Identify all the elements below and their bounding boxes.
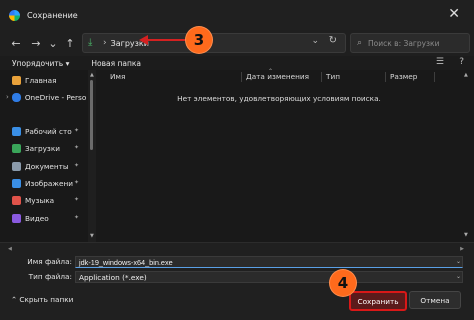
- pin-icon: ✦: [74, 162, 80, 169]
- sidebar-item-music[interactable]: Музыка: [12, 194, 54, 206]
- sidebar-item-pictures[interactable]: Изображени: [12, 177, 73, 189]
- navigation-pane: Главная › OneDrive - Perso Рабочий сто ✦…: [0, 70, 88, 242]
- pin-icon: ✦: [74, 179, 80, 186]
- annotation-arrow-head: [139, 35, 148, 45]
- up-arrow-icon[interactable]: ↑: [60, 37, 80, 50]
- music-icon: [12, 195, 21, 205]
- video-icon: [12, 213, 21, 223]
- sidebar-item-home[interactable]: Главная: [12, 74, 57, 86]
- pin-icon: ✦: [74, 127, 80, 134]
- pin-icon: ✦: [74, 196, 80, 203]
- address-history-chevron-icon[interactable]: ⌄: [311, 36, 319, 46]
- sidebar-item-label: Видео: [25, 213, 49, 223]
- column-header-date[interactable]: Дата изменения: [246, 70, 309, 83]
- column-divider[interactable]: [241, 72, 242, 82]
- sidebar-item-label: OneDrive - Perso: [24, 92, 87, 102]
- search-icon: ⌕: [357, 38, 363, 48]
- sidebar-item-onedrive[interactable]: › OneDrive - Perso: [6, 91, 86, 103]
- scroll-up-icon[interactable]: ▲: [464, 72, 468, 78]
- column-header-name[interactable]: Имя: [110, 70, 125, 83]
- home-icon: [12, 75, 21, 85]
- empty-folder-message: Нет элементов, удовлетворяющих условиям …: [177, 94, 381, 103]
- scroll-left-icon[interactable]: ◀: [8, 246, 12, 252]
- refresh-icon[interactable]: ↻: [329, 35, 337, 46]
- recent-locations-chevron-icon[interactable]: ⌄: [46, 37, 60, 50]
- column-header-type[interactable]: Тип: [326, 70, 340, 83]
- close-icon[interactable]: ✕: [448, 5, 460, 23]
- filename-label: Имя файла:: [27, 257, 72, 266]
- new-folder-button[interactable]: Новая папка: [91, 59, 141, 68]
- documents-icon: [12, 161, 21, 171]
- sidebar-item-label: Главная: [25, 75, 57, 85]
- cloud-icon: [11, 92, 21, 102]
- scroll-down-icon[interactable]: ▼: [90, 233, 94, 239]
- download-icon: [12, 143, 21, 153]
- help-icon[interactable]: ?: [459, 57, 464, 67]
- scroll-up-icon[interactable]: ▲: [90, 72, 94, 78]
- sidebar-scroll-thumb[interactable]: [90, 80, 93, 150]
- column-divider[interactable]: [385, 72, 386, 82]
- desktop-icon: [12, 126, 21, 136]
- annotation-arrow-line: [146, 39, 186, 41]
- column-header-size[interactable]: Размер: [390, 70, 417, 83]
- main-area: Главная › OneDrive - Perso Рабочий сто ✦…: [0, 68, 474, 242]
- column-divider[interactable]: [434, 72, 435, 82]
- sidebar-item-label: Загрузки: [25, 143, 60, 153]
- save-form-panel: ◀ ▶ Имя файла: jdk-19_windows-x64_bin.ex…: [0, 242, 474, 320]
- search-box[interactable]: ⌕ Поиск в: Загрузки: [350, 33, 470, 53]
- command-bar: Упорядочить ▾ Новая папка ☰ ?: [0, 56, 474, 70]
- filetype-select[interactable]: Application (*.exe): [75, 271, 463, 283]
- expand-chevron-icon[interactable]: ›: [6, 93, 9, 101]
- sidebar-item-label: Музыка: [25, 195, 55, 205]
- sidebar-item-desktop[interactable]: Рабочий сто: [12, 125, 72, 137]
- breadcrumb-separator-icon: ›: [103, 38, 107, 48]
- navigation-bar: ← → ⌄ ↑ ⤓ › Загрузки ⌄ ↻ ⌕ Поиск в: Загр…: [0, 30, 474, 56]
- filetype-dropdown-icon[interactable]: ⌄: [456, 273, 461, 280]
- step-3-badge: 3: [186, 27, 212, 53]
- sidebar-item-label: Рабочий сто: [25, 126, 72, 136]
- save-button[interactable]: Сохранить: [349, 291, 407, 311]
- view-options-icon[interactable]: ☰: [436, 57, 444, 67]
- sidebar-item-videos[interactable]: Видео: [12, 212, 49, 224]
- window-title: Сохранение: [27, 10, 78, 20]
- hide-folders-toggle[interactable]: ⌃ Скрыть папки: [11, 295, 73, 304]
- pin-icon: ✦: [74, 214, 80, 221]
- cancel-button[interactable]: Отмена: [409, 291, 461, 309]
- horizontal-scrollbar[interactable]: ◀ ▶: [8, 246, 464, 253]
- scroll-right-icon[interactable]: ▶: [460, 246, 464, 252]
- sidebar-item-label: Документы: [25, 161, 69, 171]
- search-input[interactable]: Поиск в: Загрузки: [368, 39, 439, 48]
- scroll-down-icon[interactable]: ▼: [464, 232, 468, 238]
- sidebar-item-documents[interactable]: Документы: [12, 160, 69, 172]
- step-4-badge: 4: [330, 270, 356, 296]
- back-arrow-icon[interactable]: ←: [6, 37, 26, 50]
- filetype-label: Тип файла:: [28, 272, 72, 281]
- filename-field[interactable]: jdk-19_windows-x64_bin.exe: [75, 256, 463, 268]
- file-list: Имя ⌃ Дата изменения Тип Размер Нет элем…: [98, 68, 460, 242]
- address-bar[interactable]: ⤓ › Загрузки ⌄ ↻: [82, 33, 346, 53]
- download-icon: ⤓: [88, 37, 93, 48]
- column-divider[interactable]: [321, 72, 322, 82]
- pictures-icon: [12, 178, 21, 188]
- pin-icon: ✦: [74, 144, 80, 151]
- organize-menu[interactable]: Упорядочить ▾: [12, 59, 69, 68]
- title-bar: Сохранение ✕: [0, 0, 474, 30]
- sidebar-item-downloads[interactable]: Загрузки: [12, 142, 60, 154]
- app-icon: [9, 9, 20, 21]
- sidebar-item-label: Изображени: [25, 178, 73, 188]
- forward-arrow-icon[interactable]: →: [26, 37, 46, 50]
- filename-dropdown-icon[interactable]: ⌄: [456, 258, 461, 265]
